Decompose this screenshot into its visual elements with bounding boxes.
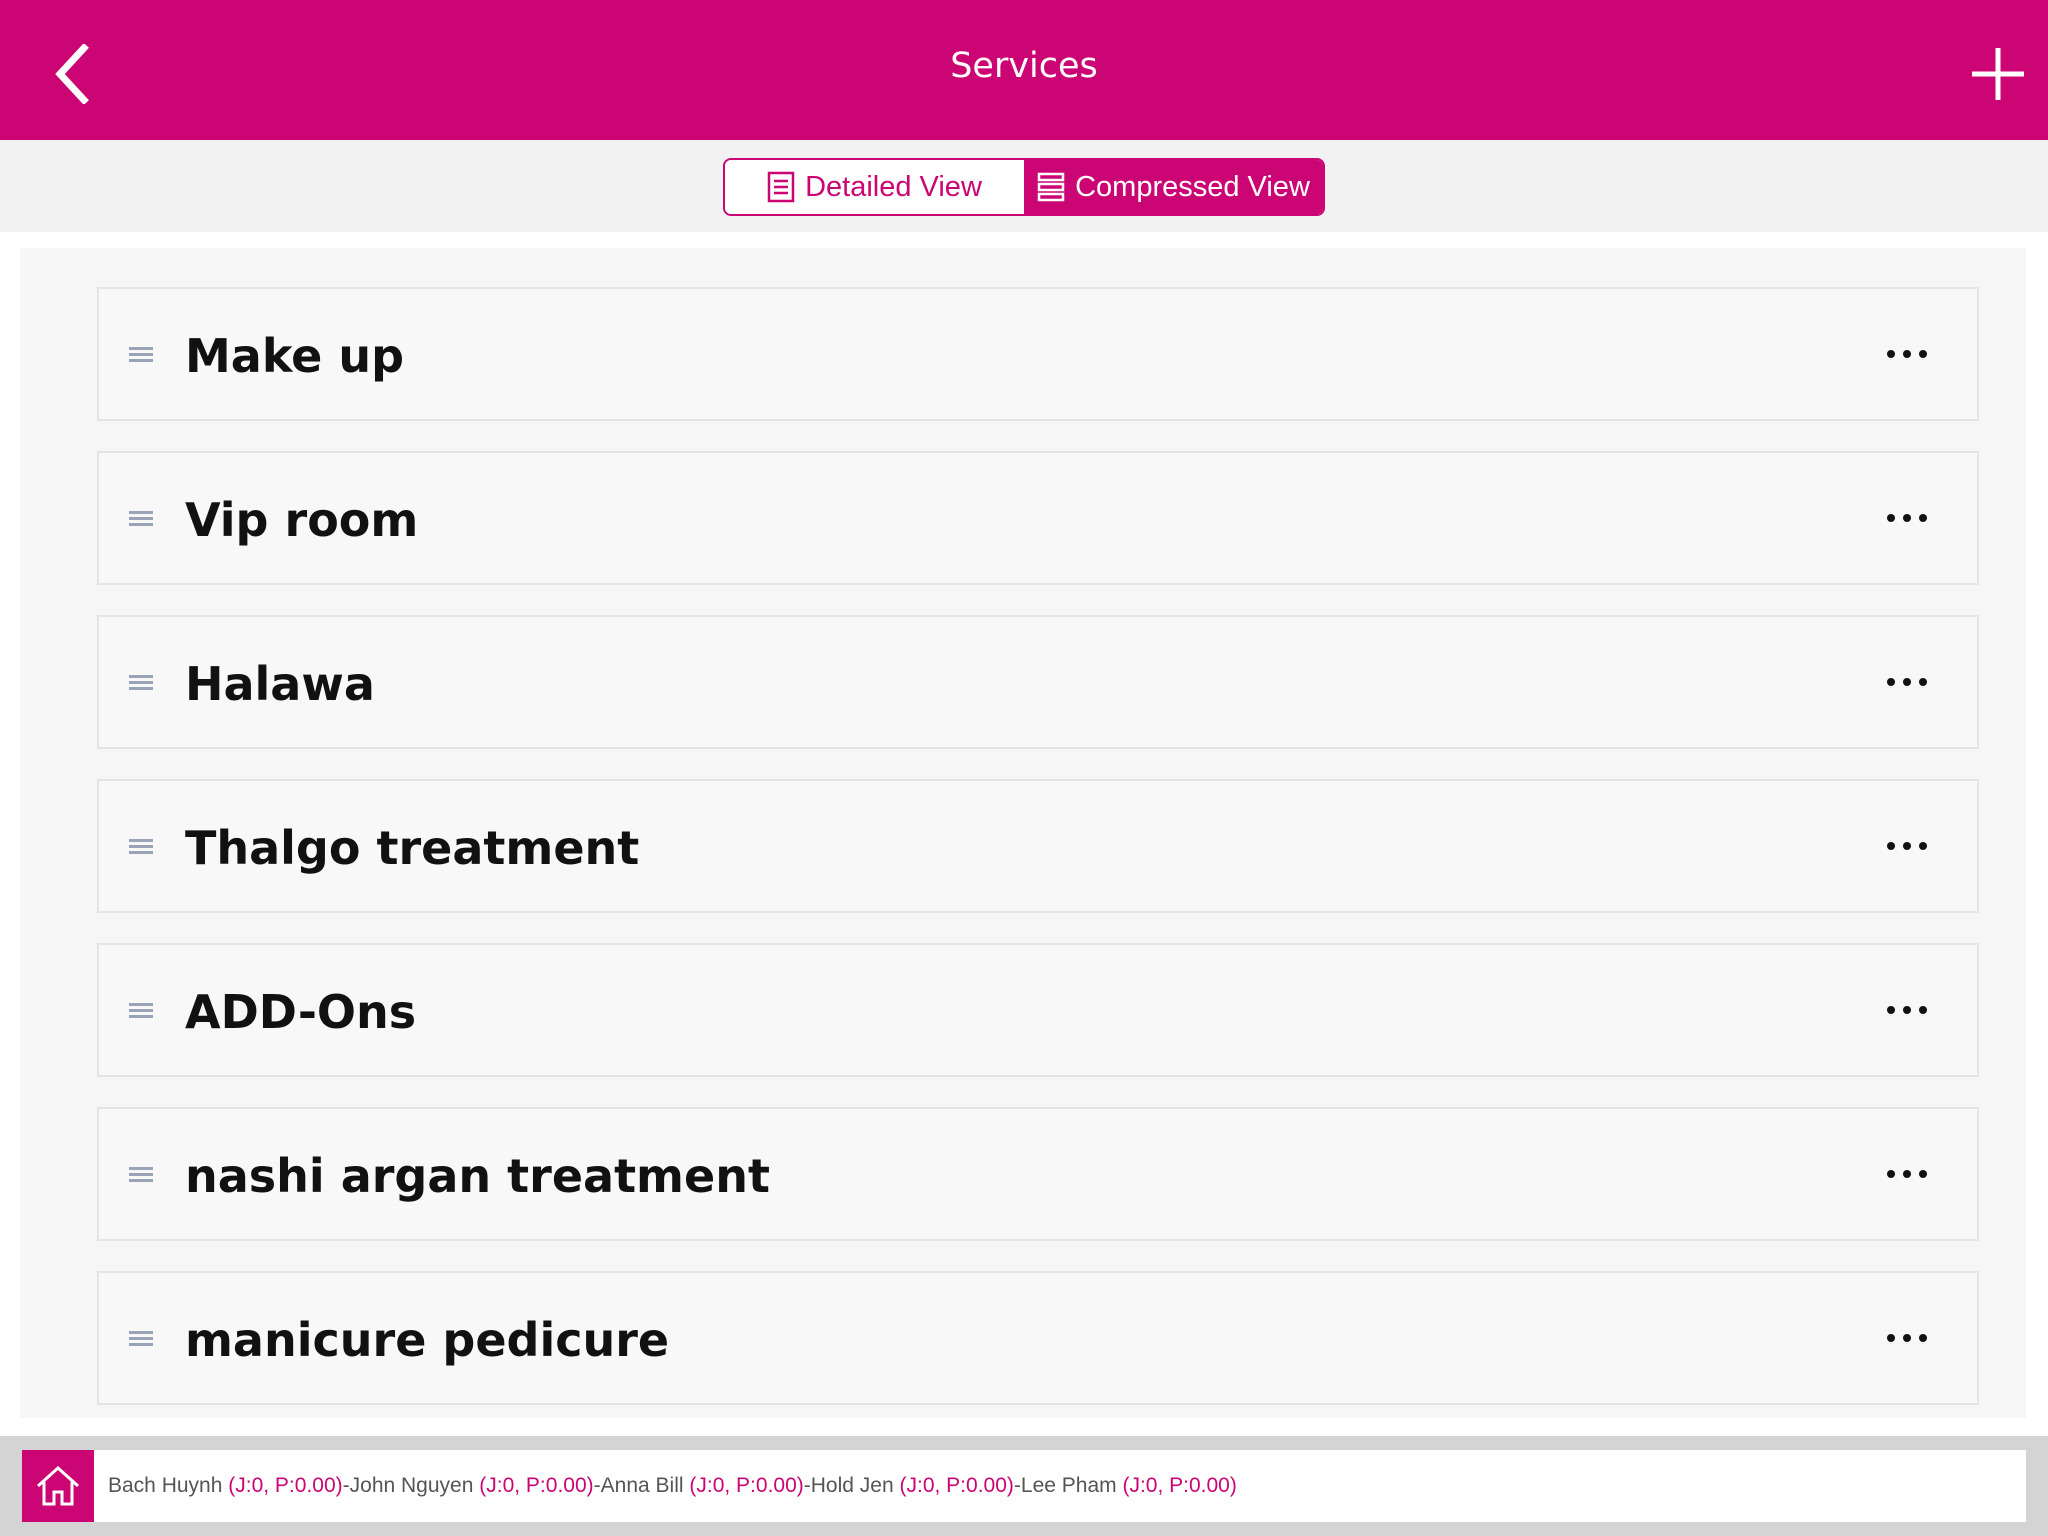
service-row[interactable]: Thalgo treatment bbox=[97, 779, 1979, 913]
view-toggle: Detailed View Compressed View bbox=[723, 158, 1325, 216]
service-name: Thalgo treatment bbox=[185, 821, 640, 875]
more-options-icon[interactable] bbox=[1887, 667, 1927, 697]
more-options-icon[interactable] bbox=[1887, 1159, 1927, 1189]
compressed-view-button[interactable]: Compressed View bbox=[1024, 160, 1323, 214]
staff-name: Lee Pham bbox=[1020, 1474, 1117, 1497]
drag-handle-icon[interactable] bbox=[129, 1003, 153, 1019]
service-row[interactable]: Halawa bbox=[97, 615, 1979, 749]
detailed-view-button[interactable]: Detailed View bbox=[725, 160, 1024, 214]
staff-name: Hold Jen bbox=[810, 1474, 894, 1497]
drag-handle-icon[interactable] bbox=[129, 511, 153, 527]
service-name: ADD-Ons bbox=[185, 985, 417, 1039]
service-name: Vip room bbox=[185, 493, 419, 547]
service-row[interactable]: Vip room bbox=[97, 451, 1979, 585]
separator: - bbox=[1013, 1474, 1021, 1497]
home-icon bbox=[36, 1465, 80, 1506]
home-button[interactable] bbox=[22, 1450, 94, 1522]
staff-name: John Nguyen bbox=[349, 1474, 474, 1497]
drag-handle-icon[interactable] bbox=[129, 675, 153, 691]
more-options-icon[interactable] bbox=[1887, 503, 1927, 533]
add-service-button[interactable] bbox=[1962, 38, 2034, 110]
staff-name: Anna Bill bbox=[600, 1474, 684, 1497]
service-row[interactable]: ADD-Ons bbox=[97, 943, 1979, 1077]
staff-stats: (J:0, P:0.00) bbox=[1122, 1474, 1237, 1497]
page-title: Services bbox=[950, 46, 1098, 86]
more-options-icon[interactable] bbox=[1887, 339, 1927, 369]
compressed-list-icon bbox=[1037, 172, 1065, 202]
staff-stats: (J:0, P:0.00) bbox=[228, 1474, 343, 1497]
staff-name: Bach Huynh bbox=[108, 1474, 223, 1497]
staff-status-bar: Bach Huynh (J:0, P:0.00) - John Nguyen (… bbox=[94, 1450, 2026, 1522]
service-name: Halawa bbox=[185, 657, 375, 711]
detailed-view-label: Detailed View bbox=[805, 170, 982, 203]
service-row[interactable]: Make up bbox=[97, 287, 1979, 421]
more-options-icon[interactable] bbox=[1887, 995, 1927, 1025]
staff-stats: (J:0, P:0.00) bbox=[479, 1474, 594, 1497]
plus-icon bbox=[1972, 48, 2024, 100]
service-name: Make up bbox=[185, 329, 405, 383]
document-list-icon bbox=[767, 171, 795, 203]
separator: - bbox=[342, 1474, 350, 1497]
service-name: manicure pedicure bbox=[185, 1313, 670, 1367]
service-row[interactable]: manicure pedicure bbox=[97, 1271, 1979, 1405]
service-name: nashi argan treatment bbox=[185, 1149, 770, 1203]
staff-stats: (J:0, P:0.00) bbox=[899, 1474, 1014, 1497]
more-options-icon[interactable] bbox=[1887, 831, 1927, 861]
drag-handle-icon[interactable] bbox=[129, 1167, 153, 1183]
separator: - bbox=[593, 1474, 601, 1497]
compressed-view-label: Compressed View bbox=[1075, 170, 1310, 203]
drag-handle-icon[interactable] bbox=[129, 839, 153, 855]
separator: - bbox=[803, 1474, 811, 1497]
more-options-icon[interactable] bbox=[1887, 1323, 1927, 1353]
drag-handle-icon[interactable] bbox=[129, 1331, 153, 1347]
drag-handle-icon[interactable] bbox=[129, 347, 153, 363]
service-row[interactable]: nashi argan treatment bbox=[97, 1107, 1979, 1241]
staff-stats: (J:0, P:0.00) bbox=[689, 1474, 804, 1497]
